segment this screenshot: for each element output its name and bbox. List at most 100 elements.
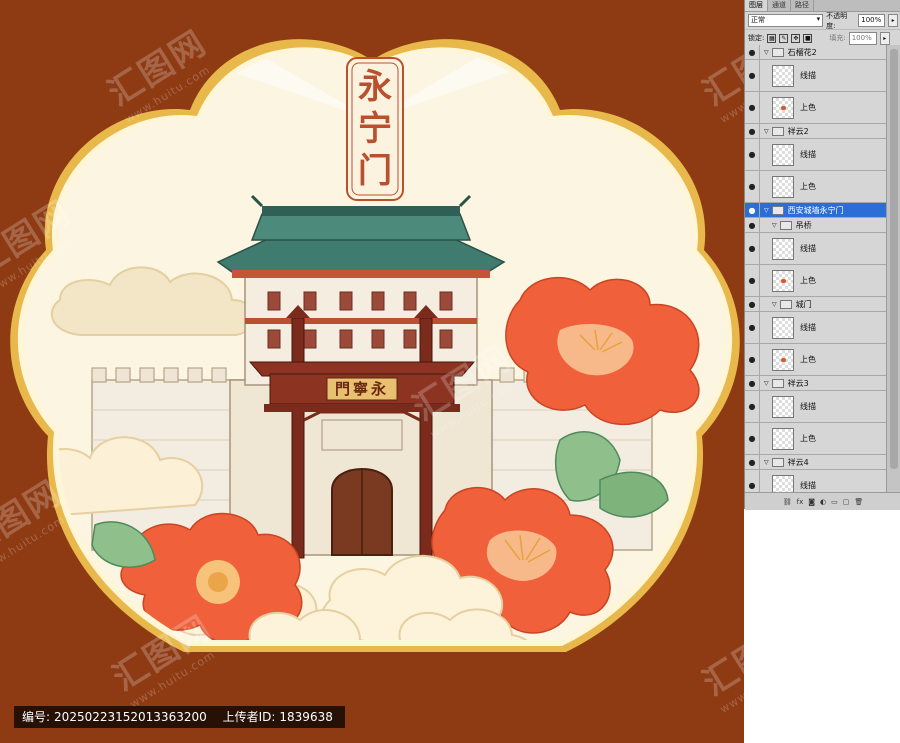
visibility-eye-icon[interactable]: ● [745,203,760,217]
visibility-eye-icon[interactable]: ● [745,391,760,422]
expand-triangle-icon[interactable]: ▽ [764,380,769,387]
folder-icon [771,457,784,467]
layer-thumbnail [772,427,794,450]
opacity-arrow-icon[interactable]: ▸ [888,14,899,27]
opacity-input[interactable]: 100% [858,14,886,27]
image-info-bar: 编号: 20250223152013363200 上传者ID: 1839638 [14,706,345,728]
visibility-eye-icon[interactable]: ● [745,455,760,469]
visibility-eye-icon[interactable]: ● [745,470,760,492]
layers-scrollbar[interactable] [886,45,900,492]
layer-group-row[interactable]: ● ▽ 石榴花2 [745,45,886,60]
folder-icon [771,205,784,215]
layer-row[interactable]: ● 上色 [745,265,886,297]
id-value: 20250223152013363200 [54,710,207,724]
lock-brush-icon[interactable]: ✎ [779,33,789,43]
visibility-eye-icon[interactable]: ● [745,171,760,202]
layer-name: 上色 [800,182,816,191]
visibility-eye-icon[interactable]: ● [745,344,760,375]
expand-triangle-icon[interactable]: ▽ [764,128,769,135]
layer-name: 线描 [800,402,816,411]
gate-plaque-text: 門寧永 [334,380,389,398]
title-char-1: 永 [358,67,392,107]
fx-icon[interactable]: fx [797,498,804,506]
layer-group-row[interactable]: ● ▽ 祥云4 [745,455,886,470]
visibility-eye-icon[interactable]: ● [745,297,760,311]
blend-mode-select[interactable]: 正常 [748,14,824,27]
visibility-eye-icon[interactable]: ● [745,423,760,454]
layer-row[interactable]: ● 上色 [745,171,886,203]
fill-arrow-icon[interactable]: ▸ [879,31,890,45]
panel-footer: ⛓ fx ◙ ◐ ▭ ▢ 🗑 [745,492,900,510]
visibility-eye-icon[interactable]: ● [745,233,760,264]
layer-name: 吊桥 [795,220,812,230]
expand-triangle-icon[interactable]: ▽ [764,49,769,56]
layer-thumbnail [772,316,794,339]
scrollbar-thumb[interactable] [890,49,898,469]
layer-name: 西安城墙永宁门 [787,205,844,215]
tab-paths[interactable]: 路径 [791,0,814,11]
visibility-eye-icon[interactable]: ● [745,312,760,343]
layer-thumbnail [772,237,794,260]
lock-transparency-icon[interactable]: ▦ [767,33,777,43]
layer-row[interactable]: ● 线描 [745,139,886,171]
title-char-3: 门 [358,151,392,191]
layer-row[interactable]: ● 上色 [745,344,886,376]
layer-row[interactable]: ● 线描 [745,60,886,92]
lock-label: 锁定: [748,34,765,42]
lock-all-icon[interactable]: ■ [803,33,813,43]
expand-triangle-icon[interactable]: ▽ [772,222,777,229]
visibility-eye-icon[interactable]: ● [745,139,760,170]
folder-icon [779,299,792,309]
folder-icon [779,220,792,230]
fill-input[interactable]: 100% [848,31,877,45]
layer-name: 上色 [800,276,816,285]
folder-icon [771,126,784,136]
trash-icon[interactable]: 🗑 [854,498,863,506]
layer-row[interactable]: ● 线描 [745,312,886,344]
expand-triangle-icon[interactable]: ▽ [764,207,769,214]
layer-row[interactable]: ● 上色 [745,423,886,455]
visibility-eye-icon[interactable]: ● [745,92,760,123]
layer-row[interactable]: ● 上色 [745,92,886,124]
visibility-eye-icon[interactable]: ● [745,376,760,390]
layer-name: 上色 [800,355,816,364]
layer-group-row[interactable]: ● ▽ 吊桥 [745,218,886,233]
adjustment-icon[interactable]: ◐ [820,498,826,506]
panel-tabs: 图层 通道 路径 [745,0,900,12]
expand-triangle-icon[interactable]: ▽ [764,459,769,466]
layer-row[interactable]: ● 线描 [745,233,886,265]
fill-label: 填充: [829,34,846,42]
mask-icon[interactable]: ◙ [808,498,815,506]
uploader-value: 1839638 [279,710,333,724]
opacity-label: 不透明度: [826,11,848,30]
visibility-eye-icon[interactable]: ● [745,60,760,91]
link-icon[interactable]: ⛓ [783,498,792,506]
layer-name: 线描 [800,323,816,332]
folder-icon [771,378,784,388]
artwork-canvas: 永 宁 门 門寧永 汇图网 www.huitu.com 汇图网 www.huitu.… [0,0,744,743]
visibility-eye-icon[interactable]: ● [745,45,760,59]
visibility-eye-icon[interactable]: ● [745,265,760,296]
layer-name: 祥云3 [787,378,809,388]
layer-group-row[interactable]: ● ▽ 城门 [745,297,886,312]
layer-group-row[interactable]: ● ▽ 祥云2 [745,124,886,139]
tab-channels[interactable]: 通道 [768,0,791,11]
new-layer-icon[interactable]: ▢ [843,498,850,506]
layer-group-row[interactable]: ● ▽ 西安城墙永宁门 [745,203,886,218]
layer-thumbnail [772,175,794,198]
layer-name: 线描 [800,481,816,490]
layer-row[interactable]: ● 线描 [745,391,886,423]
lock-move-icon[interactable]: ✥ [791,33,801,43]
visibility-eye-icon[interactable]: ● [745,218,760,232]
title-char-2: 宁 [358,109,392,149]
expand-triangle-icon[interactable]: ▽ [772,301,777,308]
layer-name: 石榴花2 [787,47,817,57]
tab-layers[interactable]: 图层 [745,0,768,11]
layer-name: 城门 [795,299,812,309]
layer-thumbnail [772,96,794,119]
layer-row[interactable]: ● 线描 [745,470,886,492]
layer-thumbnail [772,143,794,166]
folder-icon[interactable]: ▭ [831,498,838,506]
visibility-eye-icon[interactable]: ● [745,124,760,138]
layer-group-row[interactable]: ● ▽ 祥云3 [745,376,886,391]
